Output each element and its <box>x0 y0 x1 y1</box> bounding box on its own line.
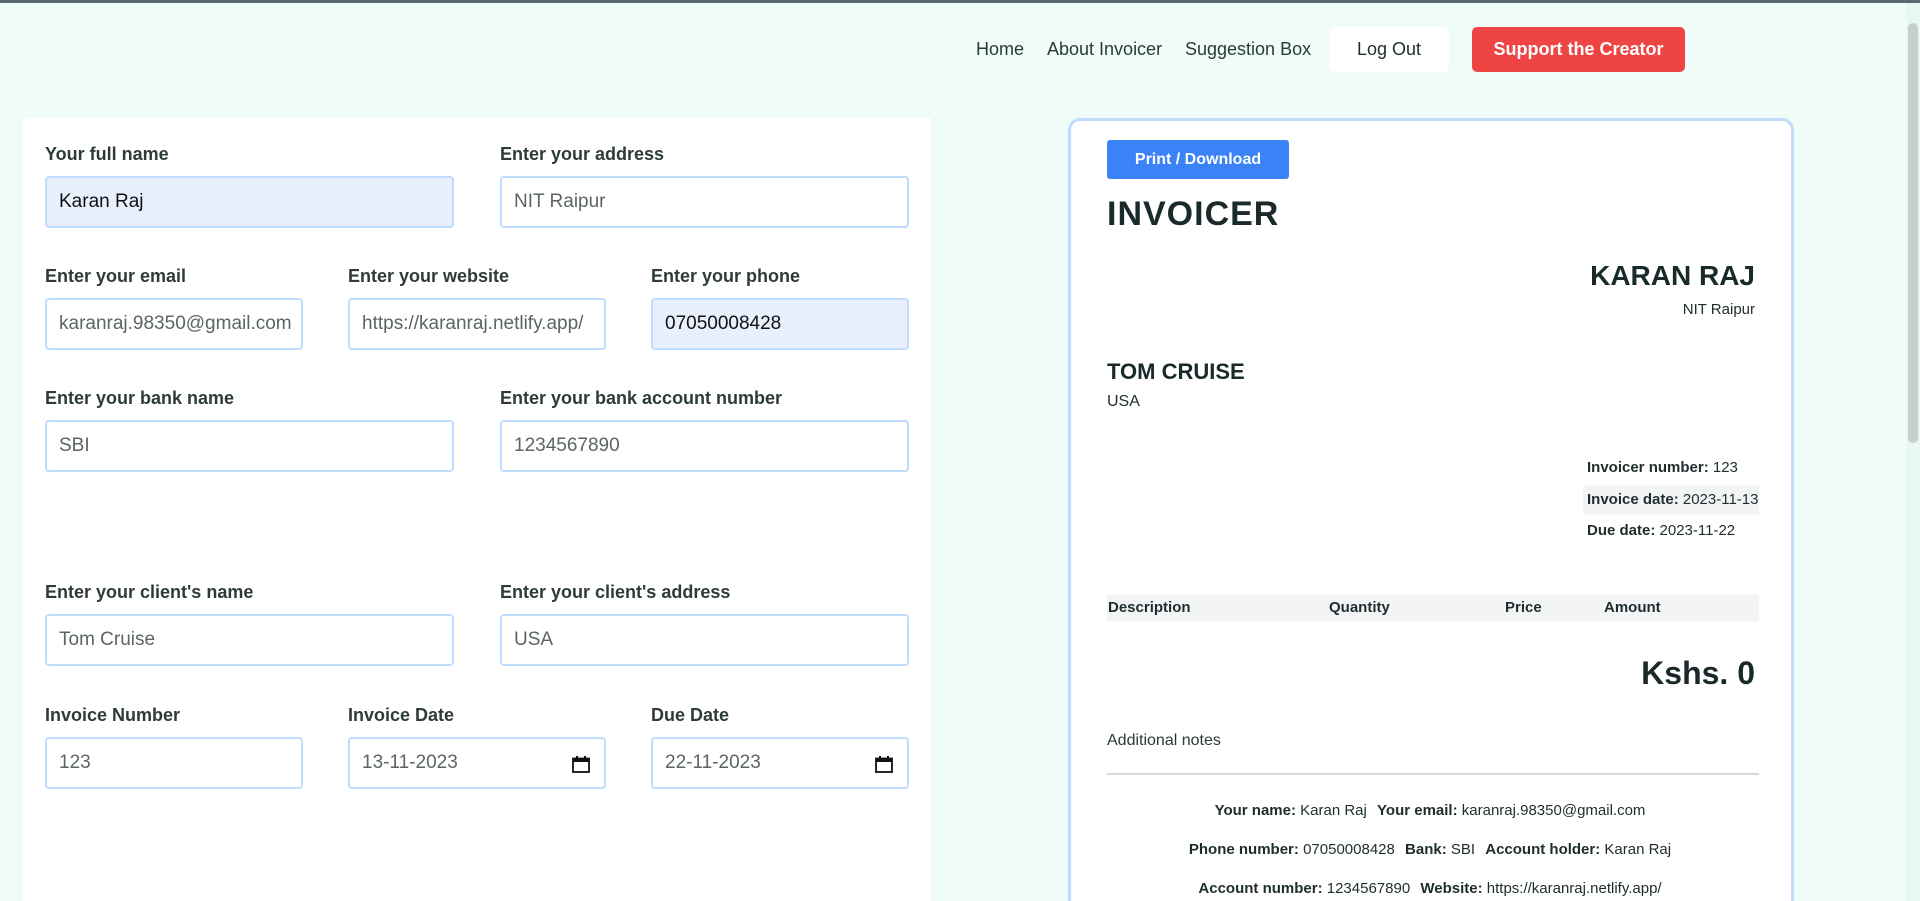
logout-button[interactable]: Log Out <box>1329 27 1449 72</box>
page-scrollbar-thumb[interactable] <box>1908 23 1918 443</box>
invoice-date-row: Invoice date: 2023-11-13 <box>1583 485 1759 515</box>
footer-website-value: https://karanraj.netlify.app/ <box>1486 880 1662 897</box>
invoice-title: INVOICER <box>1107 195 1280 233</box>
website-field: Enter your website https://karanraj.netl… <box>348 264 606 350</box>
invoice-date-value: 13-11-2023 <box>362 752 458 773</box>
footer-holder-value: Karan Raj <box>1604 841 1672 858</box>
invoice-number-meta-label: Invoicer number: <box>1587 459 1709 476</box>
client-address-input[interactable]: USA <box>500 614 909 666</box>
invoice-date-input[interactable]: 13-11-2023 <box>348 737 606 789</box>
invoice-date-field: Invoice Date 13-11-2023 <box>348 703 606 789</box>
footer-name-label: Your name: <box>1214 802 1296 819</box>
footer-bank-label: Bank: <box>1405 841 1447 858</box>
website-label: Enter your website <box>348 266 510 286</box>
due-date-meta-value: 2023-11-22 <box>1659 522 1736 539</box>
print-download-button[interactable]: Print / Download <box>1107 140 1289 179</box>
email-label: Enter your email <box>45 266 187 286</box>
footer-website-label: Website: <box>1420 880 1483 897</box>
invoice-number-row: Invoicer number: 123 <box>1583 453 1759 483</box>
footer-bank-value: SBI <box>1450 841 1476 858</box>
bank-account-input[interactable]: 1234567890 <box>500 420 909 472</box>
email-input[interactable]: karanraj.98350@gmail.com <box>45 298 303 350</box>
footer-line-1: Your name: Karan Raj Your email: karanra… <box>1107 802 1759 819</box>
invoice-number-field: Invoice Number 123 <box>45 703 303 789</box>
due-date-label: Due Date <box>651 705 730 725</box>
bank-name-label: Enter your bank name <box>45 388 235 408</box>
invoice-date-label: Invoice Date <box>348 705 455 725</box>
client-address-field: Enter your client's address USA <box>500 580 909 666</box>
invoice-total: Kshs. 0 <box>1641 655 1755 691</box>
footer-holder-label: Account holder: <box>1485 841 1601 858</box>
footer-name-value: Karan Raj <box>1300 802 1367 819</box>
address-input[interactable]: NIT Raipur <box>500 176 909 228</box>
invoice-preview: Print / Download INVOICER KARAN RAJ NIT … <box>1068 118 1794 901</box>
due-date-input[interactable]: 22-11-2023 <box>651 737 909 789</box>
window-top-border <box>0 0 1920 3</box>
footer-divider <box>1107 773 1759 775</box>
top-navigation: Home About Invoicer Suggestion Box Log O… <box>0 27 1920 72</box>
invoice-number-label: Invoice Number <box>45 705 181 725</box>
bank-name-input[interactable]: SBI <box>45 420 454 472</box>
items-table-header: Description Quantity Price Amount <box>1107 595 1759 621</box>
full-name-field: Your full name Karan Raj <box>45 142 454 228</box>
column-amount: Amount <box>1604 599 1661 616</box>
nav-suggestion-link[interactable]: Suggestion Box <box>1185 27 1311 72</box>
invoice-number-input[interactable]: 123 <box>45 737 303 789</box>
column-description: Description <box>1108 599 1191 616</box>
invoice-date-meta-label: Invoice date: <box>1587 491 1679 508</box>
sender-name: KARAN RAJ <box>1590 260 1755 291</box>
page-scrollbar-track[interactable] <box>1906 3 1920 901</box>
bank-account-field: Enter your bank account number 123456789… <box>500 386 909 472</box>
additional-notes: Additional notes <box>1107 732 1221 749</box>
full-name-input[interactable]: Karan Raj <box>45 176 454 228</box>
phone-input[interactable]: 07050008428 <box>651 298 909 350</box>
full-name-label: Your full name <box>45 144 169 164</box>
footer-email-label: Your email: <box>1377 802 1458 819</box>
support-creator-button[interactable]: Support the Creator <box>1472 27 1685 72</box>
column-price: Price <box>1505 599 1542 616</box>
email-field: Enter your email karanraj.98350@gmail.co… <box>45 264 303 350</box>
sender-address: NIT Raipur <box>1682 301 1755 318</box>
invoice-form: Your full name Karan Raj Enter your addr… <box>23 118 931 901</box>
invoice-date-meta-value: 2023-11-13 <box>1682 491 1759 508</box>
client-address-label: Enter your client's address <box>500 582 731 602</box>
client-name: TOM CRUISE <box>1107 359 1245 384</box>
footer-phone-label: Phone number: <box>1188 841 1299 858</box>
due-date-field: Due Date 22-11-2023 <box>651 703 909 789</box>
website-input[interactable]: https://karanraj.netlify.app/ <box>348 298 606 350</box>
client-address: USA <box>1107 393 1140 410</box>
due-date-row: Due date: 2023-11-22 <box>1583 516 1759 546</box>
address-field: Enter your address NIT Raipur <box>500 142 909 228</box>
phone-label: Enter your phone <box>651 266 801 286</box>
footer-account-label: Account number: <box>1198 880 1323 897</box>
nav-about-link[interactable]: About Invoicer <box>1047 27 1162 72</box>
client-name-label: Enter your client's name <box>45 582 254 602</box>
invoice-number-meta-value: 123 <box>1712 459 1738 476</box>
nav-home-link[interactable]: Home <box>976 27 1024 72</box>
footer-line-2: Phone number: 07050008428 Bank: SBI Acco… <box>1107 841 1759 858</box>
footer-email-value: karanraj.98350@gmail.com <box>1461 802 1646 819</box>
client-name-field: Enter your client's name Tom Cruise <box>45 580 454 666</box>
column-quantity: Quantity <box>1329 599 1390 616</box>
client-name-input[interactable]: Tom Cruise <box>45 614 454 666</box>
calendar-icon[interactable] <box>572 756 590 773</box>
footer-account-value: 1234567890 <box>1326 880 1411 897</box>
calendar-icon[interactable] <box>875 756 893 773</box>
bank-account-label: Enter your bank account number <box>500 388 783 408</box>
address-label: Enter your address <box>500 144 665 164</box>
footer-phone-value: 07050008428 <box>1303 841 1395 858</box>
due-date-value: 22-11-2023 <box>665 752 761 773</box>
footer-line-3: Account number: 1234567890 Website: http… <box>1107 880 1759 897</box>
bank-name-field: Enter your bank name SBI <box>45 386 454 472</box>
phone-field: Enter your phone 07050008428 <box>651 264 909 350</box>
due-date-meta-label: Due date: <box>1587 522 1656 539</box>
